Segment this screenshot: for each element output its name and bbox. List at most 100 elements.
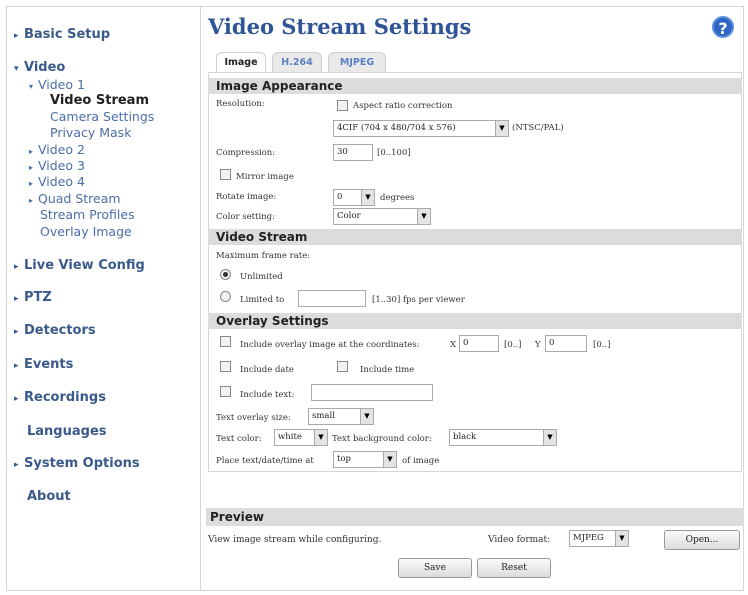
help-icon[interactable]: ? (712, 16, 734, 38)
overlay-x-input[interactable]: 0 (459, 335, 499, 352)
tab-image[interactable]: Image (216, 52, 266, 73)
reset-button[interactable]: Reset (477, 558, 551, 578)
nav-languages[interactable]: Languages (27, 424, 107, 439)
tab-mjpeg[interactable]: MJPEG (328, 52, 386, 72)
chevron-down-icon: ▼ (495, 121, 508, 136)
section-preview: Preview (206, 508, 744, 526)
nav-stream-profiles[interactable]: Stream Profiles (40, 207, 135, 222)
nav-video-1[interactable]: ▾ Video 1 (29, 77, 85, 92)
preview-view-label: View image stream while configuring. (208, 535, 382, 545)
include-text-checkbox[interactable] (220, 386, 231, 397)
nav-detectors[interactable]: ▸ Detectors (14, 323, 96, 338)
aspect-ratio-checkbox[interactable] (337, 100, 348, 111)
nav-quad-stream[interactable]: ▸ Quad Stream (29, 191, 121, 206)
nav-recordings[interactable]: ▸ Recordings (14, 390, 106, 405)
mirror-image-label: Mirror image (236, 172, 294, 182)
chevron-right-icon: ▸ (14, 327, 19, 337)
nav-privacy-mask[interactable]: Privacy Mask (50, 125, 131, 140)
rotate-label: Rotate image: (216, 192, 277, 202)
chevron-right-icon: ▸ (29, 196, 34, 205)
place-text-suffix: of image (402, 456, 440, 466)
nav-live-view-config[interactable]: ▸ Live View Config (14, 258, 145, 273)
nav-video-3[interactable]: ▸ Video 3 (29, 158, 85, 173)
rotate-select[interactable]: 0 ▼ (333, 189, 375, 206)
chevron-right-icon: ▸ (14, 394, 19, 404)
limited-fps-input[interactable] (298, 290, 366, 307)
video-format-label: Video format: (488, 535, 551, 545)
nav-video[interactable]: ▾ Video (14, 60, 65, 75)
resolution-label: Resolution: (216, 99, 265, 109)
nav-ptz[interactable]: ▸ PTZ (14, 290, 52, 305)
save-button[interactable]: Save (398, 558, 472, 578)
include-text-label: Include text: (240, 390, 295, 400)
nav-events[interactable]: ▸ Events (14, 357, 73, 372)
chevron-right-icon: ▸ (14, 294, 19, 304)
include-date-label: Include date (240, 365, 294, 375)
include-overlay-checkbox[interactable] (220, 336, 231, 347)
resolution-select[interactable]: 4CIF (704 x 480/704 x 576) ▼ (333, 120, 509, 137)
section-image-appearance: Image Appearance (208, 78, 742, 94)
chevron-right-icon: ▸ (29, 179, 34, 188)
overlay-x-range: [0..] (504, 340, 522, 350)
place-text-label: Place text/date/time at (216, 456, 314, 466)
chevron-down-icon: ▼ (417, 209, 430, 224)
tab-h264[interactable]: H.264 (272, 52, 322, 72)
section-overlay-settings: Overlay Settings (208, 313, 742, 329)
color-setting-label: Color setting: (216, 212, 275, 222)
overlay-y-range: [0..] (593, 340, 611, 350)
include-text-input[interactable] (311, 384, 433, 401)
text-size-label: Text overlay size: (216, 413, 291, 423)
open-preview-button[interactable]: Open... (664, 530, 740, 550)
mirror-image-checkbox[interactable] (220, 169, 231, 180)
nav-video-4[interactable]: ▸ Video 4 (29, 174, 85, 189)
chevron-right-icon: ▸ (14, 460, 19, 470)
chevron-right-icon: ▸ (14, 361, 19, 371)
nav-video-2[interactable]: ▸ Video 2 (29, 142, 85, 157)
compression-label: Compression: (216, 148, 276, 158)
rotate-suffix: degrees (380, 193, 415, 203)
chevron-down-icon: ▼ (360, 409, 373, 424)
aspect-ratio-label: Aspect ratio correction (353, 101, 453, 111)
page-title: Video Stream Settings (208, 14, 472, 39)
chevron-down-icon: ▼ (361, 190, 374, 205)
chevron-down-icon: ▾ (29, 82, 34, 91)
nav-video-stream[interactable]: Video Stream (50, 93, 149, 108)
chevron-right-icon: ▸ (29, 163, 34, 172)
max-frame-rate-label: Maximum frame rate: (216, 251, 311, 261)
nav-system-options[interactable]: ▸ System Options (14, 456, 140, 471)
overlay-y-input[interactable]: 0 (545, 335, 587, 352)
nav-overlay-image[interactable]: Overlay Image (40, 224, 132, 239)
video-format-select[interactable]: MJPEG ▼ (569, 530, 629, 547)
unlimited-radio[interactable] (220, 269, 231, 280)
text-size-select[interactable]: small ▼ (308, 408, 374, 425)
chevron-right-icon: ▸ (29, 147, 34, 156)
include-date-checkbox[interactable] (220, 361, 231, 372)
resolution-suffix: (NTSC/PAL) (512, 123, 564, 133)
place-text-select[interactable]: top ▼ (333, 451, 397, 468)
nav-about[interactable]: About (27, 489, 71, 504)
chevron-right-icon: ▸ (14, 31, 19, 41)
include-time-label: Include time (360, 365, 415, 375)
chevron-down-icon: ▾ (14, 64, 19, 74)
nav-camera-settings[interactable]: Camera Settings (50, 109, 154, 124)
text-color-select[interactable]: white ▼ (274, 429, 328, 446)
compression-range: [0..100] (377, 148, 411, 158)
include-time-checkbox[interactable] (337, 361, 348, 372)
text-color-label: Text color: (216, 434, 262, 444)
limited-radio[interactable] (220, 291, 231, 302)
chevron-down-icon: ▼ (383, 452, 396, 467)
include-overlay-label: Include overlay image at the coordinates… (240, 340, 420, 350)
compression-input[interactable]: 30 (333, 144, 373, 161)
text-bg-color-select[interactable]: black ▼ (449, 429, 557, 446)
chevron-down-icon: ▼ (615, 531, 628, 546)
overlay-x-label: X (450, 340, 457, 350)
chevron-down-icon: ▼ (543, 430, 556, 445)
unlimited-label: Unlimited (240, 272, 283, 282)
chevron-right-icon: ▸ (14, 262, 19, 272)
overlay-y-label: Y (535, 340, 541, 350)
text-bg-color-label: Text background color: (332, 434, 432, 444)
limited-fps-suffix: [1..30] fps per viewer (372, 295, 465, 305)
color-setting-select[interactable]: Color ▼ (333, 208, 431, 225)
nav-basic-setup[interactable]: ▸ Basic Setup (14, 27, 110, 42)
limited-label: Limited to (240, 295, 285, 305)
